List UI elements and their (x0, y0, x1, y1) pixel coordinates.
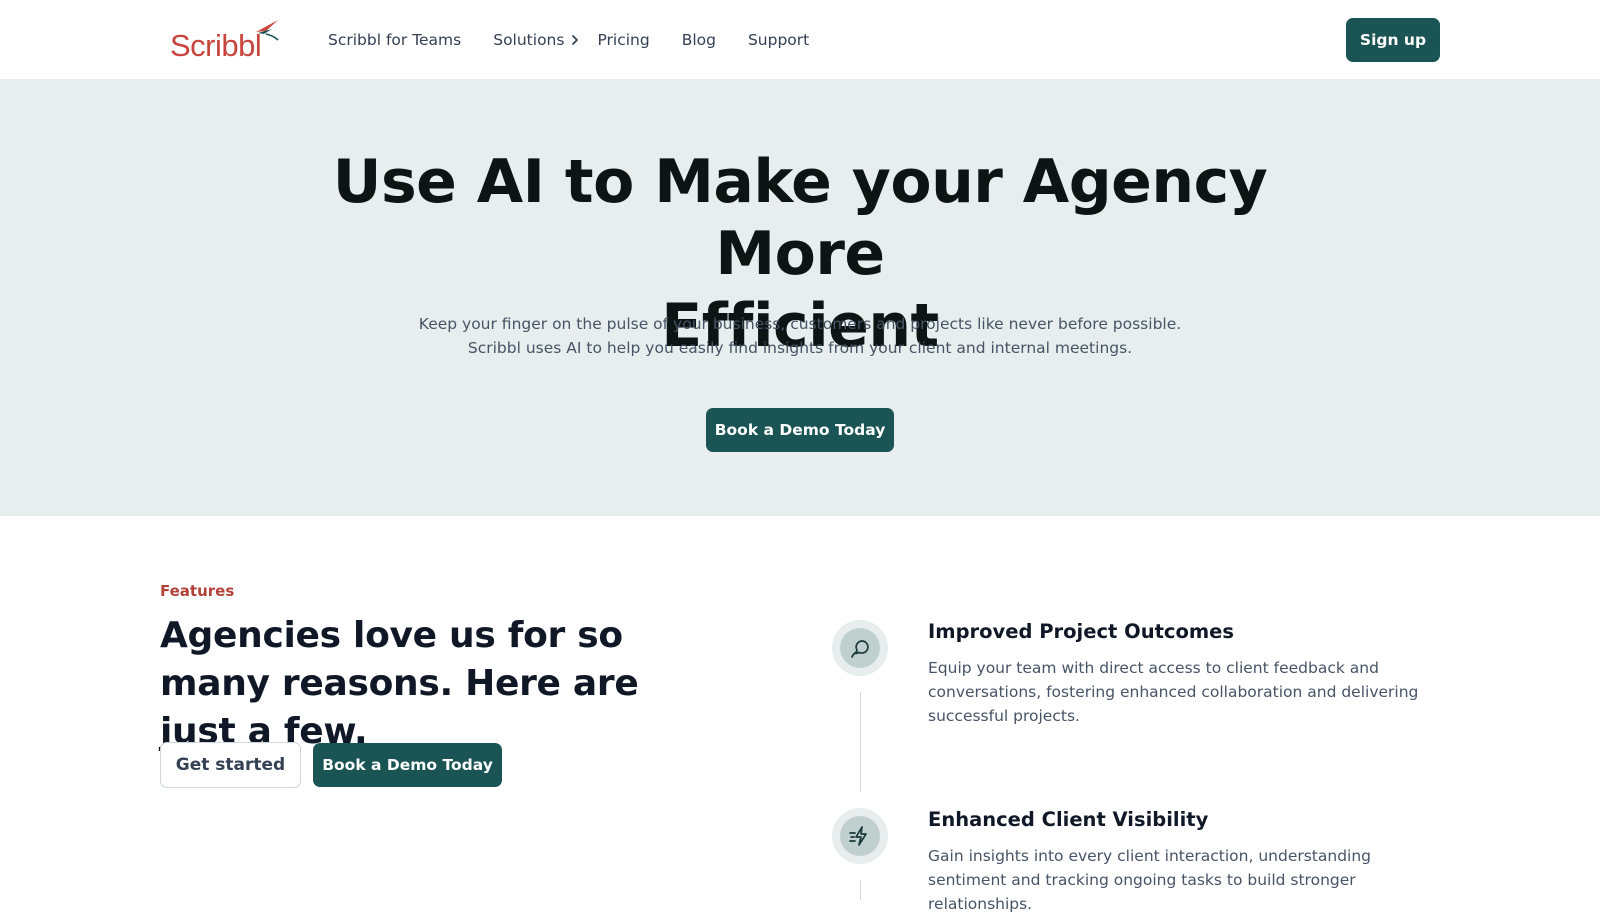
bird-logo-icon (256, 20, 279, 41)
hero-section: Use AI to Make your Agency More Efficien… (0, 80, 1600, 516)
scribbl-logo[interactable]: Scribbl (170, 18, 282, 64)
hero-book-demo-button[interactable]: Book a Demo Today (706, 408, 894, 452)
nav-item-blog[interactable]: Blog (682, 31, 716, 49)
features-heading: Agencies love us for so many reasons. He… (160, 615, 639, 752)
main-nav: Scribbl for Teams Solutions Pricing Blog… (328, 28, 841, 52)
chevron-right-icon (572, 35, 579, 45)
features-book-demo-button[interactable]: Book a Demo Today (313, 743, 502, 787)
logo-wordmark: Scribbl (170, 28, 262, 63)
feature-icon-badge (832, 808, 888, 864)
feature-icon-inner (840, 816, 880, 856)
hero-title-line-1: Use AI to Make your Agency More (332, 147, 1268, 289)
feature-title: Enhanced Client Visibility (928, 808, 1209, 831)
nav-item-solutions[interactable]: Solutions (493, 31, 579, 49)
nav-item-pricing[interactable]: Pricing (597, 31, 649, 49)
feature-title: Improved Project Outcomes (928, 620, 1235, 643)
feature-description: Gain insights into every client interact… (928, 847, 1372, 913)
feature-icon-badge (832, 620, 888, 676)
feature-connector-line (860, 692, 861, 792)
get-started-button[interactable]: Get started (160, 742, 301, 788)
feature-connector-line (860, 880, 861, 900)
feature-icon-inner (840, 628, 880, 668)
features-eyebrow: Features (160, 582, 235, 600)
nav-item-support[interactable]: Support (748, 31, 809, 49)
feature-description: Equip your team with direct access to cl… (928, 659, 1419, 725)
nav-item-solutions-label: Solutions (493, 31, 565, 49)
lightning-fast-icon (849, 826, 867, 846)
hero-subtitle-line-1: Keep your finger on the pulse of your bu… (418, 315, 1182, 333)
message-chat-icon (851, 640, 869, 658)
hero-subtitle: Keep your finger on the pulse of your bu… (350, 312, 1250, 360)
hero-subtitle-line-2: Scribbl uses AI to help you easily find … (467, 339, 1133, 357)
nav-item-scribbl-for-teams[interactable]: Scribbl for Teams (328, 31, 461, 49)
signup-button[interactable]: Sign up (1346, 18, 1440, 62)
top-navigation: Scribbl Scribbl for Teams Solutions Pric… (0, 0, 1600, 80)
